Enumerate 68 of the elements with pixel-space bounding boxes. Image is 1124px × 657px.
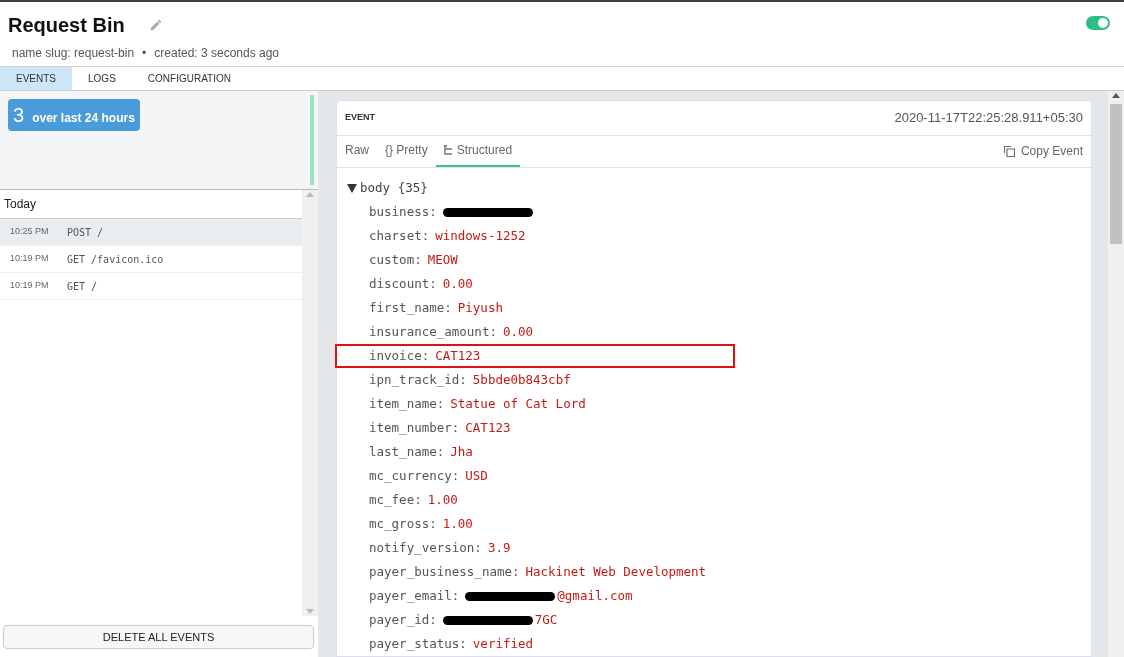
field-key: payer_business_name:	[369, 562, 520, 582]
field-key: mc_currency:	[369, 466, 460, 486]
field-value: @gmail.com	[557, 586, 633, 605]
field-value: CAT123	[465, 418, 511, 437]
field-value: verified	[472, 634, 534, 653]
event-time: 10:19 PM	[9, 279, 50, 293]
pencil-icon[interactable]	[148, 18, 163, 32]
event-count-label: over last 24 hours	[32, 110, 135, 127]
field-key: invoice:	[369, 346, 430, 366]
view-tab[interactable]: Raw	[337, 135, 377, 167]
field-key: notify_version:	[369, 538, 482, 558]
created-time: created: 3 seconds ago	[154, 45, 280, 62]
event-timestamp: 2020-11-17T22:25:28.911+05:30	[894, 109, 1083, 128]
field-value: 0.00	[442, 274, 473, 293]
field-key: last_name:	[369, 442, 445, 462]
field-key: payer_id:	[369, 610, 437, 630]
copy-event-button[interactable]: Copy Event	[1003, 142, 1083, 161]
tree-icon	[443, 145, 453, 156]
field-key: mc_gross:	[369, 514, 437, 534]
event-request: POST /	[67, 225, 104, 240]
field-value: 1.00	[427, 490, 458, 509]
tree-root-row[interactable]: body {35}	[347, 176, 1091, 200]
delete-all-button[interactable]: DELETE ALL EVENTS	[3, 625, 314, 649]
event-request: GET /	[67, 279, 98, 294]
expanded-caret-icon	[347, 183, 357, 193]
field-value: windows-1252	[435, 226, 526, 245]
scrollbar[interactable]	[302, 190, 318, 616]
copy-icon	[1003, 145, 1015, 157]
field-value: Hackinet Web Development	[525, 562, 707, 581]
field-key: ipn_track_id:	[369, 370, 467, 390]
field-key: first_name:	[369, 298, 452, 318]
field-value: Piyush	[457, 298, 503, 317]
field-value: 3.9	[487, 538, 511, 557]
view-tab[interactable]: Structured	[435, 135, 521, 167]
page-title: Request Bin	[8, 13, 125, 38]
event-heading: EVENT	[345, 111, 375, 125]
event-count: 3	[13, 103, 25, 128]
field-key: mc_fee:	[369, 490, 422, 510]
field-key: payer_status:	[369, 634, 467, 654]
field-value: Statue of Cat Lord	[450, 394, 586, 413]
event-request: GET /favicon.ico	[67, 252, 164, 267]
event-time: 10:19 PM	[9, 252, 50, 266]
toggle-switch[interactable]	[1086, 16, 1110, 30]
scroll-thumb[interactable]	[1110, 104, 1122, 244]
field-value: Jha	[450, 442, 473, 461]
field-key: discount:	[369, 274, 437, 294]
separator-dot: •	[142, 45, 147, 62]
field-key: insurance_amount:	[369, 322, 497, 342]
field-value: USD	[465, 466, 488, 485]
field-value: 0.00	[502, 322, 534, 341]
field-key: payer_email:	[369, 586, 460, 606]
field-value: MEOW	[427, 250, 458, 269]
field-value: 7GC	[534, 610, 558, 629]
scrollbar[interactable]	[1108, 91, 1124, 657]
name-slug: name slug: request-bin	[12, 45, 135, 62]
field-key: item_name:	[369, 394, 445, 414]
field-value: CAT123	[435, 346, 481, 365]
tab[interactable]: EVENTS	[0, 67, 72, 90]
field-value: 1.00	[442, 514, 473, 533]
view-tab[interactable]: {} Pretty	[377, 135, 436, 167]
event-row[interactable]: 10:25 PM POST /	[0, 219, 302, 246]
field-key: custom:	[369, 250, 422, 270]
event-time: 10:25 PM	[9, 225, 50, 239]
field-key: charset:	[369, 226, 430, 246]
field-value: 5bbde0b843cbf	[472, 370, 571, 389]
scroll-up-icon[interactable]	[1112, 93, 1120, 98]
field-key: item_number:	[369, 418, 460, 438]
field-key: business:	[369, 202, 437, 222]
